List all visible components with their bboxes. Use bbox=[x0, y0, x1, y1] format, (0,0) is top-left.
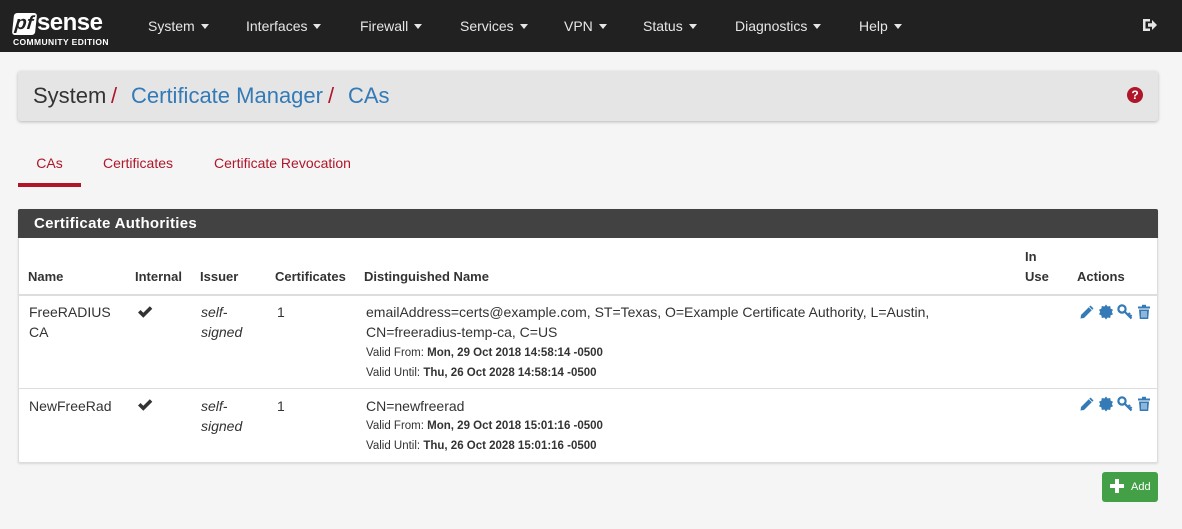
help-icon[interactable]: ? bbox=[1127, 87, 1143, 103]
column-header-name[interactable]: Name bbox=[28, 267, 63, 287]
nav-menu-label: System bbox=[148, 18, 195, 34]
nav-menu-label: Firewall bbox=[360, 18, 409, 34]
caret-down-icon bbox=[893, 24, 902, 29]
check-icon bbox=[138, 306, 153, 318]
caret-down-icon bbox=[813, 24, 822, 29]
row-valid-from: Valid From: Mon, 29 Oct 2018 15:01:16 -0… bbox=[366, 420, 603, 432]
nav-menu-vpn[interactable]: VPN bbox=[564, 0, 607, 52]
nav-menu-label: Help bbox=[859, 18, 888, 34]
row-certificate-count: 1 bbox=[277, 304, 285, 320]
nav-menu-interfaces[interactable]: Interfaces bbox=[246, 0, 322, 52]
nav-menu-label: Interfaces bbox=[246, 18, 308, 34]
logo-edition-text: COMMUNITY EDITION bbox=[13, 37, 109, 47]
row-distinguished-name: emailAddress=certs@example.com, ST=Texas… bbox=[366, 304, 930, 340]
top-navbar: pf sense COMMUNITY EDITION System Interf… bbox=[0, 0, 1182, 52]
column-header-issuer[interactable]: Issuer bbox=[200, 267, 238, 287]
caret-down-icon bbox=[519, 24, 528, 29]
row-certificate-count: 1 bbox=[277, 398, 285, 414]
pencil-icon[interactable] bbox=[1079, 304, 1095, 320]
nav-menu-diagnostics[interactable]: Diagnostics bbox=[735, 0, 822, 52]
breadcrumb-certificate-manager[interactable]: Certificate Manager bbox=[131, 83, 323, 109]
sign-out-icon[interactable] bbox=[1142, 17, 1158, 33]
caret-down-icon bbox=[688, 24, 697, 29]
trash-icon[interactable] bbox=[1136, 396, 1152, 412]
panel-title: Certificate Authorities bbox=[18, 209, 1158, 238]
check-icon bbox=[138, 399, 153, 411]
pfsense-logo[interactable]: pf sense COMMUNITY EDITION bbox=[11, 7, 121, 47]
caret-down-icon bbox=[200, 24, 209, 29]
row-valid-until: Valid Until: Thu, 26 Oct 2028 15:01:16 -… bbox=[366, 440, 597, 452]
plus-icon bbox=[1110, 479, 1124, 493]
tab-certificates[interactable]: Certificates bbox=[94, 147, 182, 187]
nav-menu-services[interactable]: Services bbox=[460, 0, 528, 52]
nav-menu-label: Diagnostics bbox=[735, 18, 808, 34]
column-header-actions: Actions bbox=[1077, 269, 1125, 284]
row-divider bbox=[19, 388, 1157, 389]
nav-menu-help[interactable]: Help bbox=[859, 0, 902, 52]
caret-down-icon bbox=[313, 24, 322, 29]
nav-menu-status[interactable]: Status bbox=[643, 0, 697, 52]
nav-menu-system[interactable]: System bbox=[148, 0, 209, 52]
logo-sense-text: sense bbox=[36, 9, 103, 36]
certificate-icon[interactable] bbox=[1098, 396, 1114, 412]
certificate-icon[interactable] bbox=[1098, 304, 1114, 320]
nav-menu-label: Status bbox=[643, 18, 683, 34]
tab-certificate-revocation[interactable]: Certificate Revocation bbox=[205, 147, 360, 187]
key-icon[interactable] bbox=[1117, 304, 1133, 320]
pencil-icon[interactable] bbox=[1079, 396, 1095, 412]
add-button[interactable]: Add bbox=[1102, 472, 1158, 502]
trash-icon[interactable] bbox=[1136, 304, 1152, 320]
row-issuer: self-signed bbox=[201, 398, 243, 434]
certificate-authorities-panel: Certificate Authorities Name Internal Is… bbox=[18, 209, 1158, 463]
header-divider bbox=[19, 294, 1157, 296]
breadcrumb-separator: / bbox=[111, 83, 118, 108]
column-header-internal[interactable]: Internal bbox=[135, 267, 182, 287]
breadcrumb: System / Certificate Manager / CAs ? bbox=[18, 71, 1158, 121]
caret-down-icon bbox=[598, 24, 607, 29]
nav-menu-label: Services bbox=[460, 18, 514, 34]
row-distinguished-name: CN=newfreerad bbox=[366, 398, 465, 414]
add-button-label: Add bbox=[1131, 481, 1151, 493]
nav-menu-label: VPN bbox=[564, 18, 593, 34]
row-issuer: self-signed bbox=[201, 304, 243, 340]
column-header-distinguished-name[interactable]: Distinguished Name bbox=[364, 267, 489, 287]
column-header-certificates[interactable]: Certificates bbox=[275, 267, 346, 287]
row-name: FreeRADIUS CA bbox=[29, 304, 111, 340]
row-valid-until: Valid Until: Thu, 26 Oct 2028 14:58:14 -… bbox=[366, 367, 597, 379]
caret-down-icon bbox=[414, 24, 423, 29]
key-icon[interactable] bbox=[1117, 396, 1133, 412]
tab-cas[interactable]: CAs bbox=[18, 147, 81, 187]
row-name: NewFreeRad bbox=[29, 398, 112, 414]
row-valid-from: Valid From: Mon, 29 Oct 2018 14:58:14 -0… bbox=[366, 347, 603, 359]
breadcrumb-cas[interactable]: CAs bbox=[348, 83, 390, 109]
breadcrumb-separator: / bbox=[328, 83, 335, 108]
column-header-in-use[interactable]: In Use bbox=[1025, 247, 1049, 287]
logo-pf-mark: pf bbox=[11, 13, 38, 35]
breadcrumb-system: System bbox=[33, 83, 107, 108]
nav-menu-firewall[interactable]: Firewall bbox=[360, 0, 423, 52]
